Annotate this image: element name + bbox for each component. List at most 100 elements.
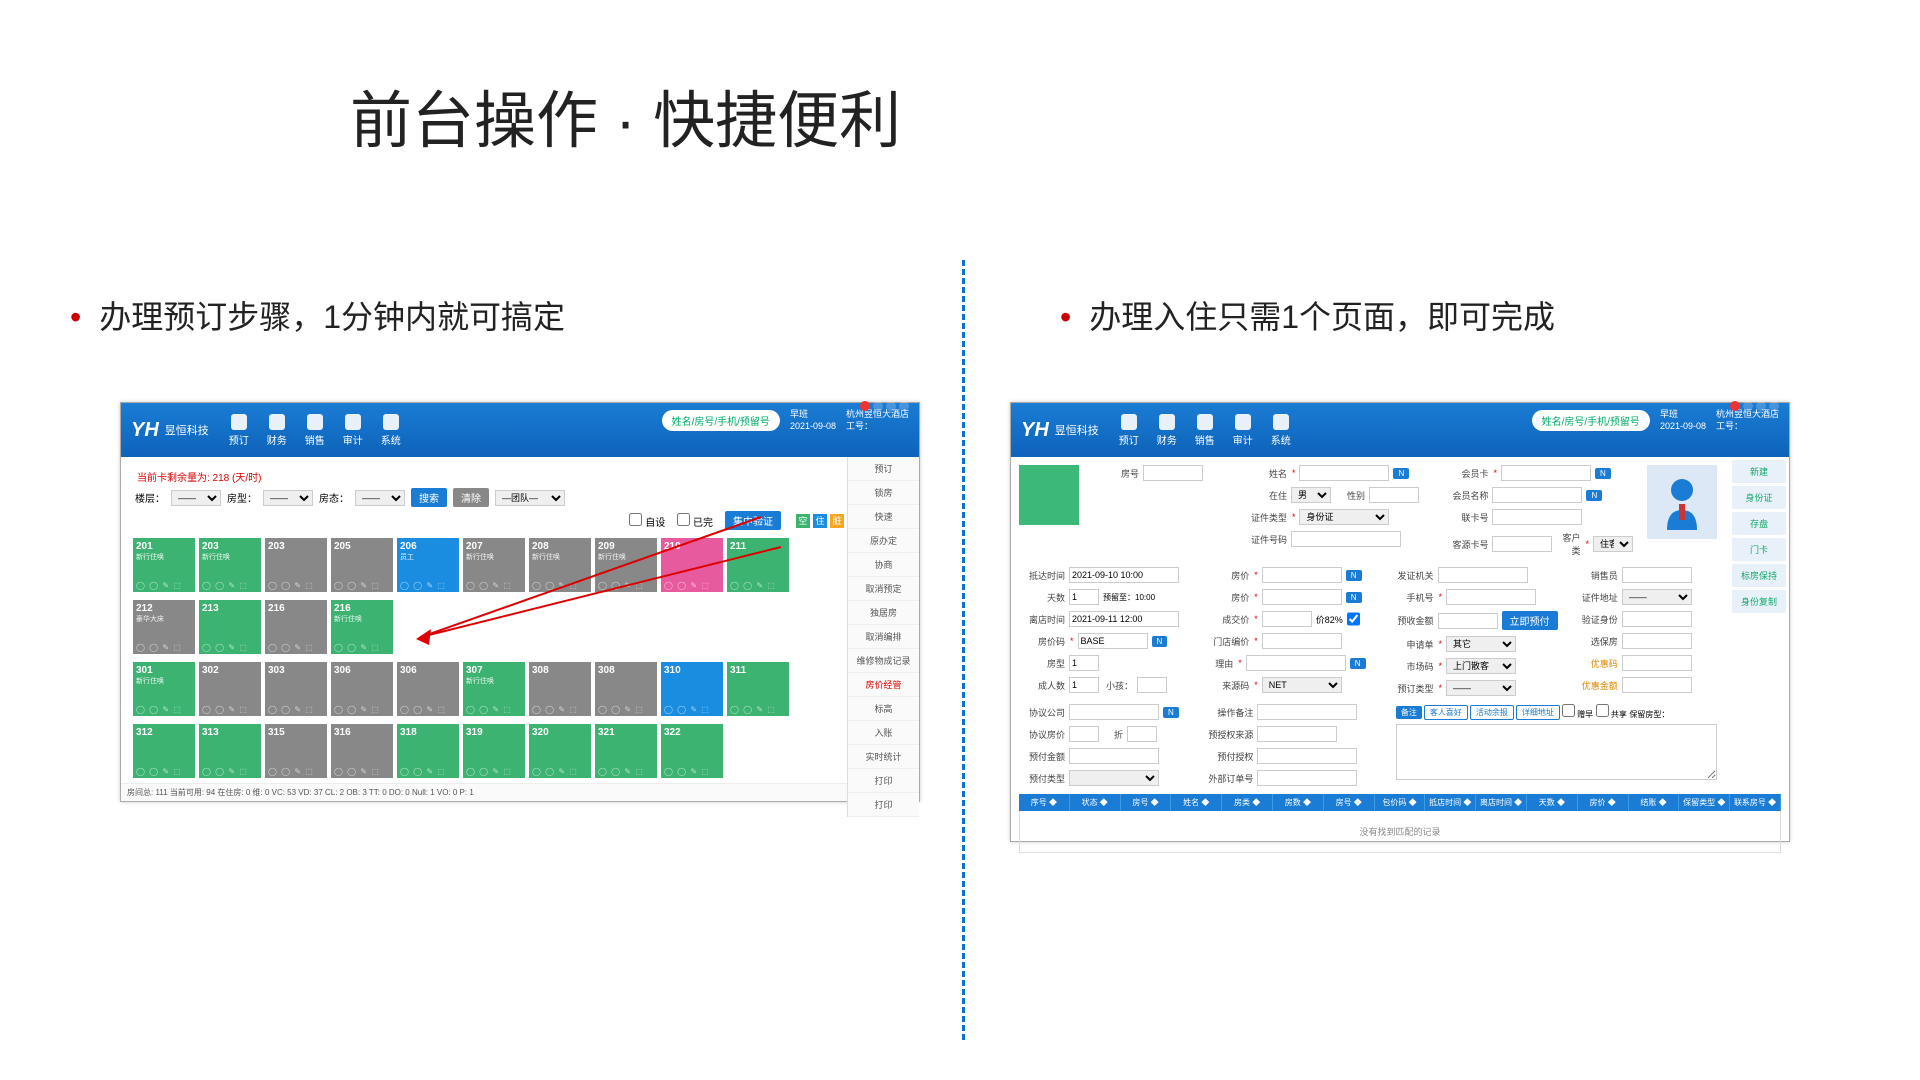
nav-item[interactable]: 系统 [381,414,401,447]
nav-item[interactable]: 审计 [343,414,363,447]
legend-item: 脏 [830,514,844,528]
room-tile[interactable]: 207新行住唤◯ ◯ ✎ ⬚ [463,538,525,592]
chk-done[interactable]: 已完 [677,513,713,529]
hotel-info: 杭州昱恒大酒店工号： [846,409,909,432]
memo-tab[interactable]: 详细地址 [1516,705,1560,720]
sidebar-item[interactable]: 取消编排 [848,625,919,649]
sidebar-item[interactable]: 存盘 [1732,512,1786,535]
nav-item[interactable]: 财务 [267,414,287,447]
search-input[interactable]: 姓名/房号/手机/预留号 [1532,410,1650,431]
status-select[interactable]: —— [355,490,405,506]
nav-item[interactable]: 预订 [229,414,249,447]
memo-textarea[interactable] [1396,724,1717,780]
room-tile[interactable]: 315◯ ◯ ✎ ⬚ [265,724,327,778]
sidebar-item[interactable]: 维修物成记录 [848,649,919,673]
room-tile[interactable]: 208新行住唤◯ ◯ ✎ ⬚ [529,538,591,592]
room-tile[interactable]: 210◯ ◯ ✎ ⬚ [661,538,723,592]
room-tile[interactable]: 203新行住唤◯ ◯ ✎ ⬚ [199,538,261,592]
room-tile[interactable]: 201新行住唤◯ ◯ ✎ ⬚ [133,538,195,592]
team-select[interactable]: —团队— [495,490,565,506]
nav-item[interactable]: 销售 [305,414,325,447]
sidebar-item[interactable]: 入账 [848,721,919,745]
gender-select[interactable]: 男 [1291,487,1331,503]
room-tile[interactable]: 203◯ ◯ ✎ ⬚ [265,538,327,592]
sidebar-item[interactable]: 独居房 [848,601,919,625]
sidebar-item[interactable]: 标房保持 [1732,564,1786,587]
room-tile[interactable]: 316◯ ◯ ✎ ⬚ [331,724,393,778]
nav-item[interactable]: 预订 [1119,414,1139,447]
search-button[interactable]: 搜索 [411,488,447,507]
nav-item[interactable]: 销售 [1195,414,1215,447]
shift-info: 早班2021-09-08 [1660,409,1706,432]
checkin-form: 房号 姓名*N 在住男性别 证件类型*身份证 证件号码 会员卡*N 会员名称N … [1011,457,1789,861]
room-tile[interactable]: 307新行住唤◯ ◯ ✎ ⬚ [463,662,525,716]
room-tile[interactable]: 318◯ ◯ ✎ ⬚ [397,724,459,778]
hotel-info: 杭州昱恒大酒店工号： [1716,409,1779,432]
chk-self[interactable]: 自设 [629,513,665,529]
sidebar-item[interactable]: 实时统计 [848,745,919,769]
room-tile[interactable]: 216新行住唤◯ ◯ ✎ ⬚ [331,600,393,654]
name-input[interactable] [1299,465,1389,481]
memo-tab[interactable]: 客人喜好 [1424,705,1468,720]
nav-item[interactable]: 财务 [1157,414,1177,447]
verify-button[interactable]: 集中验证 [725,511,781,530]
reset-button[interactable]: 清除 [453,488,489,507]
th: 抵店时间 ◆ [1425,794,1476,811]
room-tile[interactable]: 320◯ ◯ ✎ ⬚ [529,724,591,778]
sidebar-item[interactable]: 门卡 [1732,538,1786,561]
screenshot-checkin: YH 昱恒科技 预订财务销售审计系统 姓名/房号/手机/预留号 早班2021-0… [1010,402,1790,842]
room-tile[interactable]: 306◯ ◯ ✎ ⬚ [397,662,459,716]
room-tile[interactable]: 301新行住唤◯ ◯ ✎ ⬚ [133,662,195,716]
sidebar-item[interactable]: 锁房 [848,481,919,505]
sidebar-item[interactable]: 取消预定 [848,577,919,601]
status-footer: 房间总: 111 当前可用: 94 在住房: 0 维: 0 VC: 53 VD:… [121,783,847,801]
room-tile[interactable]: 205◯ ◯ ✎ ⬚ [331,538,393,592]
room-tile[interactable]: 302◯ ◯ ✎ ⬚ [199,662,261,716]
room-tile[interactable]: 306◯ ◯ ✎ ⬚ [331,662,393,716]
room-tile[interactable]: 216◯ ◯ ✎ ⬚ [265,600,327,654]
room-tile[interactable]: 312◯ ◯ ✎ ⬚ [133,724,195,778]
arrive-input[interactable] [1069,567,1179,583]
sidebar-item[interactable]: 房价经管 [848,673,919,697]
room-tile[interactable]: 308◯ ◯ ✎ ⬚ [529,662,591,716]
th: 状态 ◆ [1070,794,1121,811]
nav-item[interactable]: 审计 [1233,414,1253,447]
sidebar-item[interactable]: 协商 [848,553,919,577]
sidebar-item[interactable]: 身份复制 [1732,590,1786,613]
sidebar-item[interactable]: 原办定 [848,529,919,553]
room-tile[interactable]: 308◯ ◯ ✎ ⬚ [595,662,657,716]
idtype-select[interactable]: 身份证 [1299,509,1389,525]
th: 房号 ◆ [1121,794,1172,811]
sidebar-item[interactable]: 预订 [848,457,919,481]
memo-tab[interactable]: 活动余报 [1470,705,1514,720]
deposit-button[interactable]: 立即预付 [1502,611,1558,630]
room-tile[interactable]: 209新行住唤◯ ◯ ✎ ⬚ [595,538,657,592]
idno-input[interactable] [1291,531,1401,547]
member-input[interactable] [1501,465,1591,481]
sidebar-item[interactable]: 打印 [848,769,919,793]
room-tile[interactable]: 211◯ ◯ ✎ ⬚ [727,538,789,592]
room-tile[interactable]: 206员工◯ ◯ ✎ ⬚ [397,538,459,592]
sidebar-item[interactable]: 快速 [848,505,919,529]
room-tile[interactable]: 313◯ ◯ ✎ ⬚ [199,724,261,778]
room-tile[interactable]: 303◯ ◯ ✎ ⬚ [265,662,327,716]
memo-tab[interactable]: 备注 [1396,706,1422,719]
sidebar-item[interactable]: 新建 [1732,460,1786,483]
room-tile[interactable]: 311◯ ◯ ✎ ⬚ [727,662,789,716]
room-tile[interactable]: 321◯ ◯ ✎ ⬚ [595,724,657,778]
room-tile[interactable]: 322◯ ◯ ✎ ⬚ [661,724,723,778]
floor-select[interactable]: —— [171,490,221,506]
sidebar-item[interactable]: 打印 [848,793,919,817]
room-input[interactable] [1143,465,1203,481]
room-tile[interactable]: 310◯ ◯ ✎ ⬚ [661,662,723,716]
room-tile[interactable]: 213◯ ◯ ✎ ⬚ [199,600,261,654]
leave-input[interactable] [1069,611,1179,627]
type-select[interactable]: —— [263,490,313,506]
search-input[interactable]: 姓名/房号/手机/预留号 [662,410,780,431]
room-tile[interactable] [1019,465,1079,525]
room-tile[interactable]: 319◯ ◯ ✎ ⬚ [463,724,525,778]
sidebar-item[interactable]: 标高 [848,697,919,721]
nav-item[interactable]: 系统 [1271,414,1291,447]
room-tile[interactable]: 212豪华大床◯ ◯ ✎ ⬚ [133,600,195,654]
sidebar-item[interactable]: 身份证 [1732,486,1786,509]
